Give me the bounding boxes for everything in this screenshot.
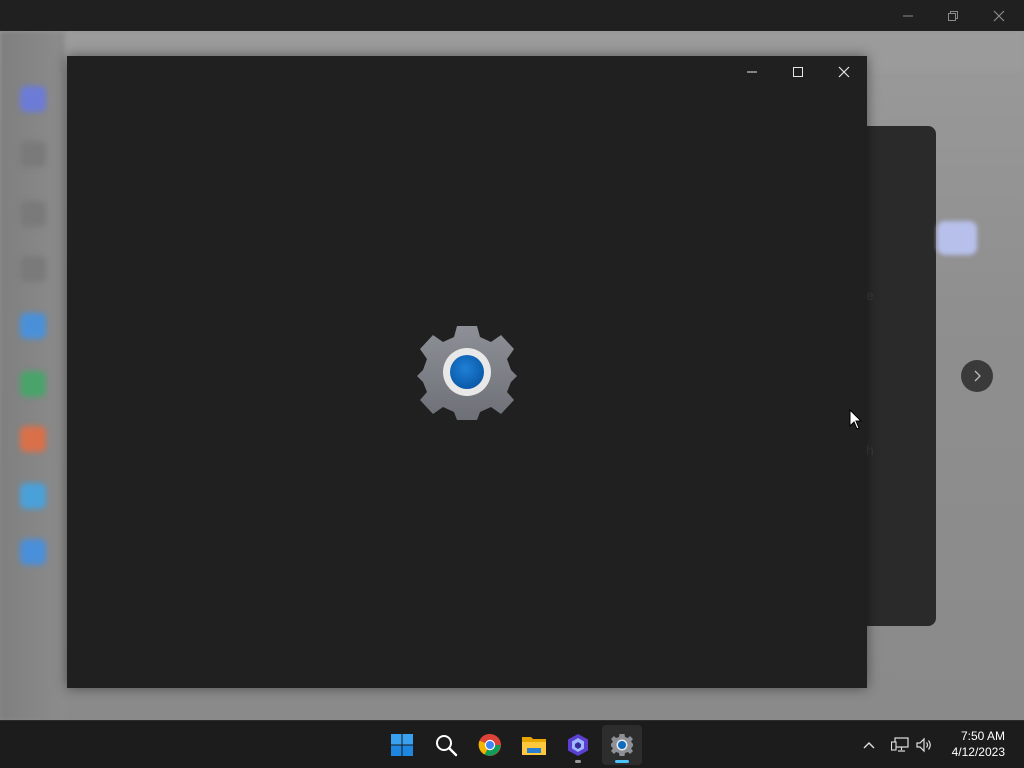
search-icon: [436, 735, 458, 757]
tray-network[interactable]: [889, 733, 911, 757]
taskbar-file-explorer[interactable]: [514, 725, 554, 765]
background-nav-icon: [20, 483, 46, 509]
mouse-cursor-icon: [849, 409, 863, 430]
taskbar-app[interactable]: [558, 725, 598, 765]
network-icon: [891, 737, 909, 752]
background-nav-icon: [20, 426, 46, 452]
running-indicator: [575, 760, 581, 763]
background-nav-icon: [20, 256, 46, 282]
background-text-fragment: e: [866, 287, 874, 303]
tray-overflow-button[interactable]: [858, 733, 880, 757]
background-nav-icon: [20, 141, 46, 167]
close-icon: [993, 10, 1005, 21]
background-text-fragment: h: [866, 442, 874, 458]
maximize-icon: [793, 67, 803, 77]
settings-minimize-button[interactable]: [729, 56, 775, 88]
background-nav-icon: [20, 539, 46, 565]
settings-maximize-button[interactable]: [775, 56, 821, 88]
settings-gear-icon: [417, 326, 517, 420]
chevron-up-icon: [863, 742, 875, 749]
chevron-right-icon: [974, 370, 981, 382]
minimize-icon: [903, 15, 913, 16]
restore-icon: [948, 10, 958, 21]
host-close-button[interactable]: [976, 0, 1022, 31]
clock-time: 7:50 AM: [960, 729, 1005, 743]
taskbar-settings[interactable]: [602, 725, 642, 765]
settings-window: [67, 56, 867, 688]
background-nav-icon: [20, 201, 46, 227]
host-minimize-button[interactable]: [885, 0, 931, 31]
background-nav-icon: [20, 371, 46, 397]
background-nav-icon: [20, 313, 46, 339]
tray-volume[interactable]: [914, 733, 936, 757]
search-button[interactable]: [426, 725, 466, 765]
folder-icon: [522, 737, 546, 755]
active-indicator: [615, 760, 629, 763]
taskbar: 7:50 AM 4/12/2023: [0, 720, 1024, 768]
close-icon: [838, 66, 850, 78]
host-restore-button[interactable]: [930, 0, 976, 31]
windows-logo-icon: [391, 734, 413, 756]
clock-date: 4/12/2023: [951, 745, 1005, 759]
start-button[interactable]: [382, 725, 422, 765]
hexagon-app-icon: [568, 734, 588, 756]
background-nav-icon: [20, 86, 46, 112]
host-title-bar: [0, 0, 1024, 31]
chrome-icon: [478, 733, 501, 756]
background-chip: [937, 221, 977, 255]
background-panel: [866, 126, 936, 626]
settings-close-button[interactable]: [821, 56, 867, 88]
speaker-icon: [916, 737, 931, 753]
taskbar-chrome[interactable]: [470, 725, 510, 765]
background-next-button[interactable]: [961, 360, 993, 392]
settings-gear-icon: [611, 734, 633, 756]
minimize-icon: [747, 71, 757, 73]
taskbar-clock[interactable]: 7:50 AM 4/12/2023: [952, 728, 1005, 760]
